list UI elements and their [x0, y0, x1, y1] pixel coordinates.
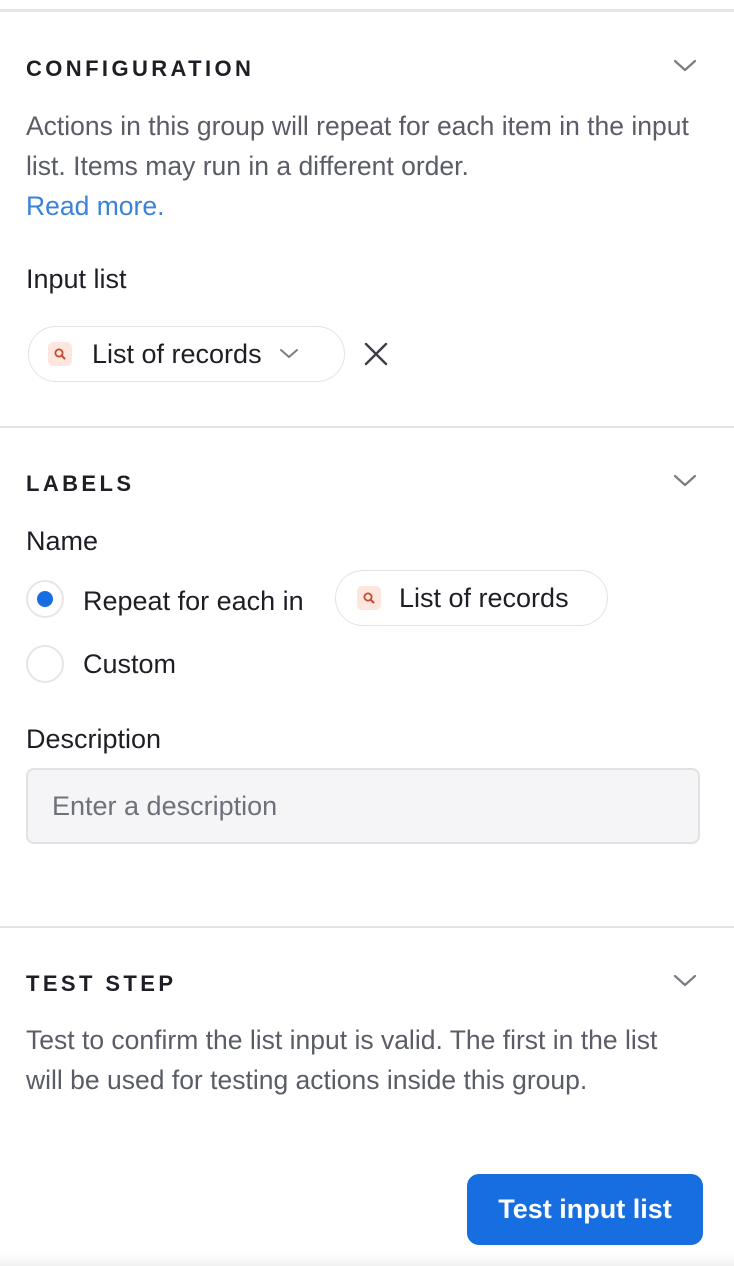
repeat-token-pill: List of records	[335, 570, 608, 626]
read-more-link[interactable]: Read more.	[26, 191, 164, 221]
section-divider	[0, 426, 734, 428]
test-input-list-button[interactable]: Test input list	[467, 1174, 703, 1245]
labels-section-title: LABELS	[26, 471, 135, 496]
close-icon[interactable]	[362, 340, 390, 368]
search-icon	[48, 342, 72, 366]
description-input[interactable]	[26, 768, 700, 844]
name-label: Name	[26, 526, 99, 556]
chevron-down-icon[interactable]	[672, 972, 698, 990]
bottom-edge	[0, 1252, 734, 1266]
section-divider	[0, 926, 734, 928]
radio-custom-label: Custom	[83, 649, 177, 679]
test-step-description: Test to confirm the list input is valid.…	[26, 1025, 658, 1095]
chevron-down-icon[interactable]	[672, 472, 698, 490]
input-list-label: Input list	[26, 264, 127, 294]
radio-selected-dot	[37, 591, 53, 607]
input-list-value: List of records	[92, 338, 262, 369]
search-icon	[357, 586, 381, 610]
chevron-down-icon[interactable]	[672, 57, 698, 75]
repeating-group-config-panel: CONFIGURATION Actions in this group will…	[0, 0, 734, 1266]
radio-custom[interactable]	[26, 645, 64, 683]
chevron-down-icon	[279, 349, 298, 358]
configuration-description: Actions in this group will repeat for ea…	[26, 106, 706, 226]
input-list-select[interactable]: List of records	[28, 326, 345, 382]
description-label: Description	[26, 724, 162, 754]
radio-repeat-for-each[interactable]	[26, 580, 64, 618]
radio-repeat-label: Repeat for each in	[83, 586, 304, 616]
configuration-description-text: Actions in this group will repeat for ea…	[26, 111, 689, 181]
configuration-section-title: CONFIGURATION	[26, 56, 255, 81]
repeat-token-label: List of records	[399, 582, 569, 613]
test-step-section-title: TEST STEP	[26, 971, 177, 996]
top-divider	[0, 9, 734, 12]
